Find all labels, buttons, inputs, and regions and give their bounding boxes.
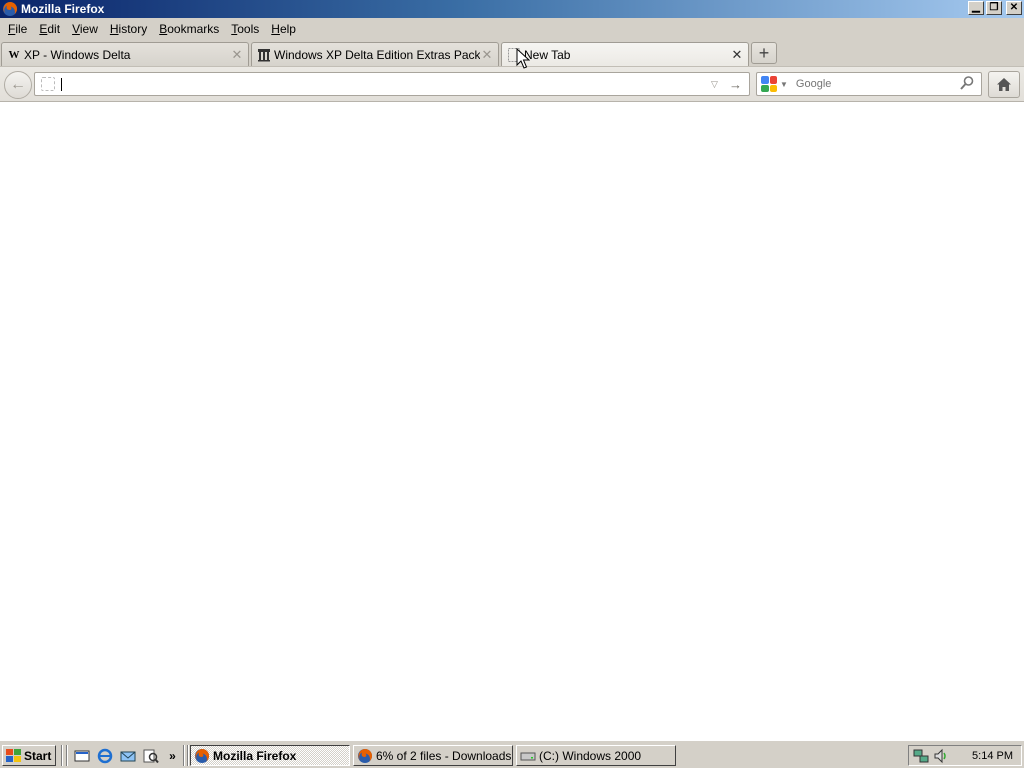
tab-new-tab[interactable]: New Tab ✕ xyxy=(501,42,749,67)
menu-tools[interactable]: Tools xyxy=(225,22,265,36)
home-icon xyxy=(997,78,1011,91)
tab-close-icon[interactable]: ✕ xyxy=(230,47,244,62)
volume-icon[interactable] xyxy=(933,748,949,764)
mouse-cursor-icon xyxy=(516,48,530,69)
title-bar[interactable]: Mozilla Firefox ▁ ❐ ✕ xyxy=(0,0,1024,18)
search-bar[interactable]: ▼ xyxy=(756,72,982,96)
tab-close-icon[interactable]: ✕ xyxy=(730,47,744,62)
search-input[interactable] xyxy=(795,78,959,90)
task-label: 6% of 2 files - Downloads xyxy=(376,748,512,763)
tab-label: Windows XP Delta Edition Extras Pack : S… xyxy=(274,47,480,62)
outlook-express-icon[interactable] xyxy=(119,747,136,764)
menu-bar: File Edit View History Bookmarks Tools H… xyxy=(0,18,1024,40)
search-icon[interactable] xyxy=(959,75,977,94)
taskbar-separator xyxy=(183,745,185,766)
menu-help[interactable]: Help xyxy=(265,22,302,36)
engine-dropdown-icon[interactable]: ▼ xyxy=(780,80,788,89)
task-downloads[interactable]: 6% of 2 files - Downloads xyxy=(353,745,513,766)
firefox-icon xyxy=(3,2,17,16)
restore-button[interactable]: ❐ xyxy=(986,1,1002,15)
menu-edit[interactable]: Edit xyxy=(33,22,66,36)
minimize-icon: ▁ xyxy=(972,2,980,13)
quick-launch-overflow-button[interactable]: » xyxy=(164,747,181,764)
text-caret xyxy=(61,77,62,91)
menu-view[interactable]: View xyxy=(66,22,104,36)
back-arrow-icon: ← xyxy=(10,76,26,93)
new-tab-button[interactable]: + xyxy=(751,42,777,64)
archive-icon xyxy=(257,48,271,62)
url-input[interactable] xyxy=(68,74,711,94)
go-arrow-icon[interactable]: → xyxy=(729,77,743,92)
firefox-window: Mozilla Firefox ▁ ❐ ✕ File Edit View His… xyxy=(0,0,1024,740)
restore-icon: ❐ xyxy=(989,2,999,13)
firefox-icon xyxy=(358,748,372,763)
tab-label: XP - Windows Delta xyxy=(24,47,131,62)
tab-label: New Tab xyxy=(524,48,571,62)
windows-logo-icon xyxy=(6,749,21,762)
taskbar: Start » Mozilla Firefox 6% of 2 files - … xyxy=(0,740,1024,768)
google-icon[interactable] xyxy=(761,76,777,92)
search-icon[interactable] xyxy=(142,747,159,764)
plus-icon: + xyxy=(758,42,770,63)
page-content[interactable] xyxy=(0,102,1024,740)
taskbar-separator xyxy=(61,745,63,766)
clock[interactable]: 5:14 PM xyxy=(972,750,1013,762)
history-dropdown-icon[interactable]: ▽ xyxy=(711,79,723,90)
menu-file[interactable]: File xyxy=(2,22,33,36)
drive-icon xyxy=(520,752,536,760)
identity-icon[interactable] xyxy=(41,77,55,91)
show-desktop-icon[interactable] xyxy=(73,747,90,764)
menu-bookmarks[interactable]: Bookmarks xyxy=(153,22,225,36)
url-bar[interactable]: ▽ → xyxy=(34,72,750,96)
tab-strip: W XP - Windows Delta ✕ Windows XP Delta … xyxy=(0,40,1024,67)
tab-close-icon[interactable]: ✕ xyxy=(480,47,494,62)
wikipedia-icon: W xyxy=(8,48,20,61)
minimize-button[interactable]: ▁ xyxy=(968,1,984,15)
taskbar-separator xyxy=(187,745,189,766)
home-button[interactable] xyxy=(988,71,1020,98)
tab-xp-windows-delta[interactable]: W XP - Windows Delta ✕ xyxy=(1,42,249,66)
task-mozilla-firefox[interactable]: Mozilla Firefox xyxy=(190,745,350,766)
task-label: Mozilla Firefox xyxy=(213,748,297,763)
close-icon: ✕ xyxy=(1009,2,1019,13)
task-label: (C:) Windows 2000 xyxy=(539,748,642,763)
tab-delta-extras-pack[interactable]: Windows XP Delta Edition Extras Pack : S… xyxy=(251,42,499,66)
start-button[interactable]: Start xyxy=(2,745,56,766)
navigation-toolbar: ← ▽ → ▼ xyxy=(0,66,1024,102)
start-label: Start xyxy=(24,748,52,763)
task-windows-2000-drive[interactable]: (C:) Windows 2000 xyxy=(516,745,676,766)
network-icon[interactable] xyxy=(913,748,929,764)
taskbar-separator xyxy=(66,745,68,766)
menu-history[interactable]: History xyxy=(104,22,153,36)
system-tray: 5:14 PM xyxy=(908,745,1022,766)
internet-explorer-icon[interactable] xyxy=(96,747,113,764)
firefox-icon xyxy=(195,748,209,763)
back-button[interactable]: ← xyxy=(4,71,32,99)
close-button[interactable]: ✕ xyxy=(1006,1,1022,15)
window-title: Mozilla Firefox xyxy=(21,2,105,16)
